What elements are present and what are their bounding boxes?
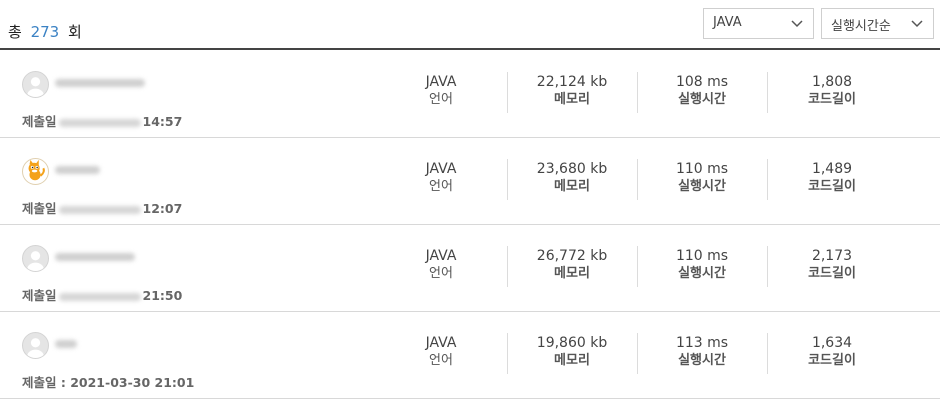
code-length-cell[interactable]: 1,634 코드길이 [767, 334, 897, 370]
username-blurred[interactable] [55, 340, 77, 350]
sort-order-select[interactable]: 실행시간순 [821, 8, 934, 39]
avatar[interactable] [22, 71, 49, 98]
cat-mascot-icon [28, 159, 45, 181]
language-cell: JAVA 언어 [425, 248, 457, 281]
language-filter-value: JAVA [713, 15, 742, 30]
chevron-down-icon [911, 20, 923, 28]
total-count-label: 총 273 회 [8, 21, 82, 42]
submission-row: 제출일 12:07 JAVA 언어 23,680 kb 메모리 110 ms 실행… [0, 138, 940, 225]
total-prefix: 총 [8, 23, 22, 41]
username-blurred[interactable] [55, 253, 135, 263]
total-count: 273 [30, 23, 60, 41]
runtime-cell: 110 ms 실행시간 [675, 161, 729, 194]
username-blurred[interactable] [55, 166, 100, 176]
avatar[interactable] [22, 332, 49, 359]
language-cell: JAVA 언어 [425, 161, 457, 194]
language-cell: JAVA 언어 [425, 74, 457, 107]
total-suffix: 회 [68, 23, 82, 41]
submit-date: 제출일 : 2021-03-30 21:01 [22, 375, 195, 390]
submit-date-blurred [58, 118, 141, 127]
results-header: 총 273 회 JAVA 실행시간순 [0, 0, 940, 50]
runtime-cell: 113 ms 실행시간 [675, 335, 729, 368]
avatar[interactable] [22, 158, 49, 185]
language-filter-select[interactable]: JAVA [703, 8, 814, 39]
submission-row: 제출일 14:57 JAVA 언어 22,124 kb 메모리 108 ms 실행… [0, 51, 940, 138]
chevron-down-icon [791, 20, 803, 28]
submit-date-blurred [58, 292, 141, 301]
default-user-icon [27, 77, 44, 97]
default-user-icon [27, 338, 44, 358]
memory-cell: 23,680 kb 메모리 [536, 161, 608, 194]
language-cell: JAVA 언어 [425, 335, 457, 368]
code-length-cell[interactable]: 1,489 코드길이 [767, 160, 897, 196]
username-blurred[interactable] [55, 79, 145, 89]
submission-row: 제출일 : 2021-03-30 21:01 JAVA 언어 19,860 kb… [0, 312, 940, 399]
runtime-cell: 110 ms 실행시간 [675, 248, 729, 281]
submit-date: 제출일 21:50 [22, 288, 183, 303]
code-length-cell[interactable]: 1,808 코드길이 [767, 73, 897, 109]
submission-row: 제출일 21:50 JAVA 언어 26,772 kb 메모리 110 ms 실행… [0, 225, 940, 312]
sort-order-value: 실행시간순 [831, 19, 891, 34]
submit-date-blurred [58, 205, 141, 214]
default-user-icon [27, 251, 44, 271]
submit-date: 제출일 14:57 [22, 114, 183, 129]
runtime-cell: 108 ms 실행시간 [675, 74, 729, 107]
memory-cell: 22,124 kb 메모리 [536, 74, 608, 107]
memory-cell: 19,860 kb 메모리 [536, 335, 608, 368]
submit-date: 제출일 12:07 [22, 201, 183, 216]
memory-cell: 26,772 kb 메모리 [536, 248, 608, 281]
code-length-cell[interactable]: 2,173 코드길이 [767, 247, 897, 283]
avatar[interactable] [22, 245, 49, 272]
